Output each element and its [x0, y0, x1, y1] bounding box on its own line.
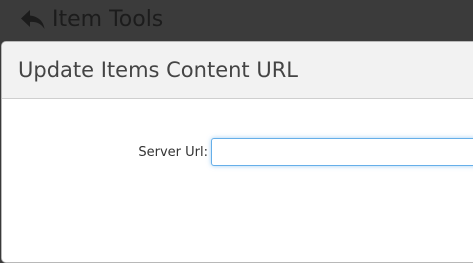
modal-header: Update Items Content URL [2, 42, 473, 99]
update-url-modal: Update Items Content URL Server Url: [1, 41, 473, 263]
page-title: Item Tools [52, 7, 164, 32]
modal-title: Update Items Content URL [18, 58, 299, 82]
back-arrow-icon[interactable] [20, 9, 46, 31]
server-url-input[interactable] [211, 138, 473, 166]
modal-body: Server Url: [2, 99, 473, 262]
top-bar: Item Tools [0, 0, 473, 42]
server-url-label: Server Url: [138, 145, 208, 160]
